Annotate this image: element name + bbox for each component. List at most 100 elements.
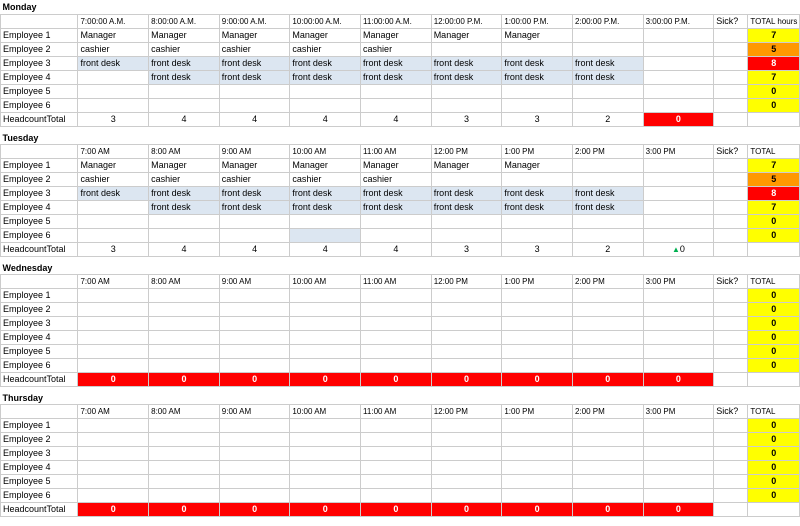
headcount-row: HeadcountTotal34444332▲0 (1, 242, 800, 256)
employee-row: Employee 3 0 (1, 316, 800, 330)
time-header-row: 7:00 AM8:00 AM9:00 AM10:00 AM11:00 AM12:… (1, 144, 800, 158)
shift-cell: front desk (502, 70, 573, 84)
shift-cell (502, 358, 573, 372)
employee-name: Employee 1 (1, 288, 78, 302)
shift-cell (431, 330, 502, 344)
shift-cell (431, 84, 502, 98)
total-cell: 0 (748, 316, 800, 330)
shift-cell (502, 446, 573, 460)
shift-cell: cashier (219, 42, 290, 56)
sick-cell (714, 302, 748, 316)
shift-cell (643, 418, 714, 432)
day-title: Tuesday (1, 126, 800, 144)
shift-cell (290, 228, 361, 242)
shift-cell (78, 344, 149, 358)
shift-cell (219, 228, 290, 242)
shift-cell (572, 344, 643, 358)
time-header-cell: 3:00 PM (643, 274, 714, 288)
shift-cell (219, 344, 290, 358)
time-header-cell: 12:00:00 P.M. (431, 14, 502, 28)
time-header-cell: 7:00 AM (78, 404, 149, 418)
headcount-total (748, 242, 800, 256)
shift-cell (361, 330, 432, 344)
time-header-cell: 10:00 AM (290, 144, 361, 158)
sick-cell (714, 158, 748, 172)
employee-row: Employee 6 0 (1, 488, 800, 502)
shift-cell: cashier (361, 172, 432, 186)
shift-cell (643, 186, 714, 200)
shift-cell (290, 84, 361, 98)
shift-cell (290, 432, 361, 446)
shift-cell (290, 460, 361, 474)
time-header-row: 7:00 AM8:00 AM9:00 AM10:00 AM11:00 AM12:… (1, 274, 800, 288)
employee-row: Employee 3 0 (1, 446, 800, 460)
day-header-row: Monday (1, 0, 800, 14)
employee-name: Employee 6 (1, 358, 78, 372)
employee-name: Employee 3 (1, 56, 78, 70)
time-header-cell: 9:00 AM (219, 274, 290, 288)
shift-cell (78, 200, 149, 214)
shift-cell (149, 460, 220, 474)
shift-cell (219, 288, 290, 302)
employee-row: Employee 4 0 (1, 460, 800, 474)
employee-name: Employee 6 (1, 98, 78, 112)
sick-cell (714, 214, 748, 228)
sick-cell (714, 474, 748, 488)
employee-name: Employee 4 (1, 70, 78, 84)
employee-name: Employee 6 (1, 228, 78, 242)
shift-cell (643, 28, 714, 42)
shift-cell (502, 460, 573, 474)
time-header-cell: 10:00 AM (290, 274, 361, 288)
shift-cell (290, 418, 361, 432)
employee-row: Employee 2cashiercashiercashiercashierca… (1, 172, 800, 186)
shift-cell (78, 228, 149, 242)
sick-header: Sick? (714, 404, 748, 418)
shift-cell (502, 488, 573, 502)
total-header: TOTAL hours worked (748, 14, 800, 28)
shift-cell (502, 172, 573, 186)
employee-row: Employee 6 0 (1, 358, 800, 372)
shift-cell (572, 288, 643, 302)
headcount-cell: 2 (572, 242, 643, 256)
headcount-cell: 2 (572, 112, 643, 126)
shift-cell (643, 42, 714, 56)
shift-cell: cashier (290, 172, 361, 186)
shift-cell (572, 330, 643, 344)
employee-name: Employee 3 (1, 446, 78, 460)
employee-row: Employee 2 0 (1, 302, 800, 316)
shift-cell: front desk (572, 186, 643, 200)
headcount-cell: 0 (502, 372, 573, 386)
shift-cell (502, 432, 573, 446)
headcount-cell: ▲0 (643, 242, 714, 256)
sick-cell (714, 200, 748, 214)
total-cell: 7 (748, 200, 800, 214)
headcount-row: HeadcountTotal344443320 (1, 112, 800, 126)
time-header-cell: 2:00 PM (572, 144, 643, 158)
shift-cell (78, 302, 149, 316)
day-header-row: Tuesday (1, 126, 800, 144)
total-cell: 0 (748, 344, 800, 358)
shift-cell (361, 446, 432, 460)
shift-cell: front desk (290, 56, 361, 70)
shift-cell (149, 330, 220, 344)
shift-cell (78, 288, 149, 302)
sick-header: Sick? (714, 144, 748, 158)
shift-cell (361, 460, 432, 474)
total-cell: 0 (748, 358, 800, 372)
total-cell: 0 (748, 302, 800, 316)
shift-cell (572, 158, 643, 172)
shift-cell (290, 288, 361, 302)
sick-header: Sick? (714, 274, 748, 288)
shift-cell (431, 288, 502, 302)
shift-cell (572, 84, 643, 98)
sick-cell (714, 56, 748, 70)
employee-name: Employee 2 (1, 172, 78, 186)
employee-row: Employee 4front deskfront deskfront desk… (1, 70, 800, 84)
total-cell: 0 (748, 446, 800, 460)
shift-cell (361, 98, 432, 112)
shift-cell (361, 358, 432, 372)
shift-cell (149, 316, 220, 330)
headcount-cell: 0 (290, 502, 361, 516)
shift-cell (643, 228, 714, 242)
shift-cell (219, 302, 290, 316)
